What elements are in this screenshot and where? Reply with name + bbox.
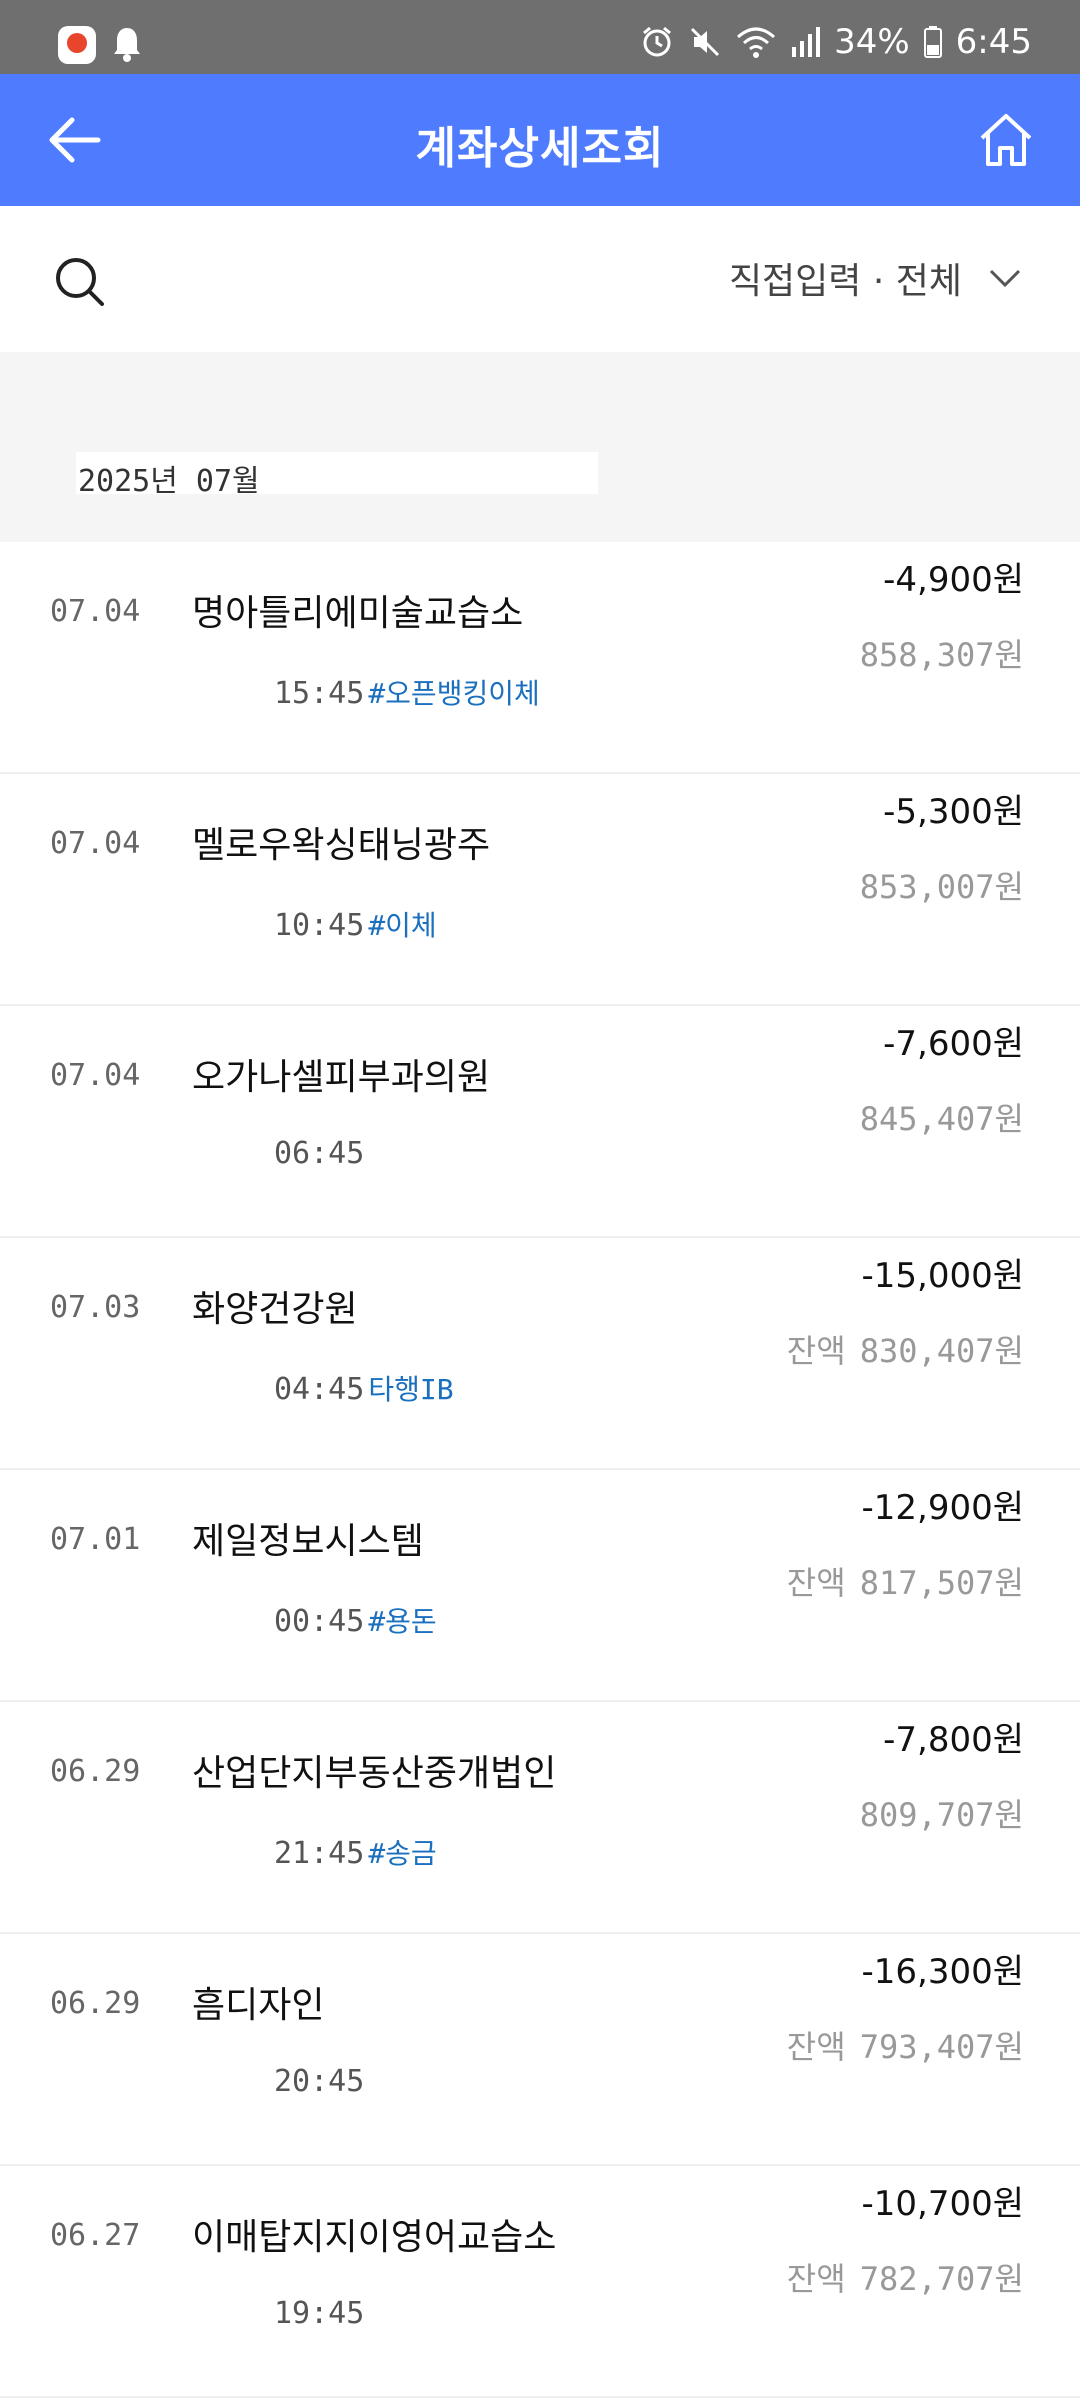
transaction-date: 07.01 xyxy=(50,1522,141,1557)
transaction-merchant: 산업단지부동산중개법인 xyxy=(192,1753,557,1794)
month-label: 2025년 07월 xyxy=(78,464,260,499)
transaction-row[interactable]: 07.04 명아틀리에미술교습소 15:45 #오픈뱅킹이체 -4,900원 85… xyxy=(0,542,1080,774)
transaction-date: 06.29 xyxy=(50,1986,141,2021)
status-bar: 34% 6:45 xyxy=(0,0,1080,74)
battery-percentage: 34% xyxy=(834,22,910,62)
battery-icon xyxy=(923,26,942,58)
transaction-merchant: 이매탑지지이영어교습소 xyxy=(192,2217,557,2258)
month-header: 2025년 07월 xyxy=(76,452,598,499)
transaction-amount: -10,700원 xyxy=(861,2184,1024,2224)
transaction-amount: -15,000원 xyxy=(861,1256,1024,1296)
transaction-balance: 793,407원 xyxy=(859,2028,1024,2066)
month-section: 2025년 07월 xyxy=(0,352,1080,542)
transaction-merchant: 멜로우왁싱태닝광주 xyxy=(192,825,491,866)
transaction-merchant: 제일정보시스템 xyxy=(192,1521,424,1562)
transaction-tag[interactable]: #용돈 xyxy=(368,1605,436,1638)
mute-icon xyxy=(691,27,720,57)
transaction-date: 07.04 xyxy=(50,1058,141,1093)
app-bar: 계좌상세조회 xyxy=(0,74,1080,206)
transaction-tag[interactable]: #오픈뱅킹이체 xyxy=(368,677,539,710)
transaction-balance: 809,707원 xyxy=(859,1796,1024,1834)
balance-label: 잔액 xyxy=(786,1564,846,1602)
transaction-merchant: 화양건강원 xyxy=(192,1289,358,1330)
transaction-time: 20:45 xyxy=(274,2064,365,2099)
alarm-icon xyxy=(643,26,672,57)
filter-label: 직접입력 · 전체 xyxy=(728,261,962,302)
transaction-balance: 845,407원 xyxy=(859,1100,1024,1138)
chevron-down-icon xyxy=(989,269,1021,288)
transaction-amount: -16,300원 xyxy=(861,1952,1024,1992)
transaction-time: 21:45 xyxy=(274,1836,365,1871)
transaction-merchant: 흠디자인 xyxy=(192,1985,325,2026)
filter-dropdown[interactable]: 직접입력 · 전체 xyxy=(729,252,1022,304)
balance-label: 잔액 xyxy=(786,2260,846,2298)
transaction-amount: -5,300원 xyxy=(883,792,1024,832)
bell-icon xyxy=(114,28,140,62)
transaction-amount: -4,900원 xyxy=(883,560,1024,600)
home-icon[interactable] xyxy=(976,110,1036,170)
balance-label: 잔액 xyxy=(786,1332,846,1370)
app-notification-icon xyxy=(58,26,96,64)
transaction-row[interactable]: 07.04 멜로우왁싱태닝광주 10:45 #이체 -5,300원 853,007… xyxy=(0,774,1080,1006)
transaction-date: 06.29 xyxy=(50,1754,141,1789)
transaction-date: 07.04 xyxy=(50,826,141,861)
transaction-time: 00:45 xyxy=(274,1604,365,1639)
transaction-list: 07.04 명아틀리에미술교습소 15:45 #오픈뱅킹이체 -4,900원 85… xyxy=(0,542,1080,2398)
transaction-row[interactable]: 06.29 흠디자인 20:45 -16,300원 잔액 793,407원 xyxy=(0,1934,1080,2166)
transaction-date: 07.03 xyxy=(50,1290,141,1325)
clock: 6:45 xyxy=(955,22,1032,62)
transaction-amount: -12,900원 xyxy=(861,1488,1024,1528)
transaction-date: 07.04 xyxy=(50,594,141,629)
transaction-amount: -7,800원 xyxy=(883,1720,1024,1760)
search-icon[interactable] xyxy=(52,254,108,310)
page-title: 계좌상세조회 xyxy=(415,123,665,174)
transaction-balance: 782,707원 xyxy=(859,2260,1024,2298)
transaction-balance: 830,407원 xyxy=(859,1332,1024,1370)
transaction-time: 10:45 xyxy=(274,908,365,943)
transaction-time: 06:45 xyxy=(274,1136,365,1171)
balance-label: 잔액 xyxy=(786,2028,846,2066)
transaction-time: 15:45 xyxy=(274,676,365,711)
transaction-row[interactable]: 07.04 오가나셀피부과의원 06:45 -7,600원 845,407원 xyxy=(0,1006,1080,1238)
transaction-balance: 853,007원 xyxy=(859,868,1024,906)
signal-icon xyxy=(792,27,821,57)
transaction-row[interactable]: 07.03 화양건강원 04:45 타행IB -15,000원 잔액 830,407… xyxy=(0,1238,1080,1470)
wifi-icon xyxy=(737,27,776,58)
transaction-time: 19:45 xyxy=(274,2296,365,2331)
transaction-balance: 858,307원 xyxy=(859,636,1024,674)
transaction-balance: 817,507원 xyxy=(859,1564,1024,1602)
transaction-time: 04:45 xyxy=(274,1372,365,1407)
transaction-row[interactable]: 07.01 제일정보시스템 00:45 #용돈 -12,900원 잔액 817,50… xyxy=(0,1470,1080,1702)
transaction-amount: -7,600원 xyxy=(883,1024,1024,1064)
transaction-tag[interactable]: #이체 xyxy=(368,909,436,942)
transaction-merchant: 오가나셀피부과의원 xyxy=(192,1057,491,1098)
transaction-row[interactable]: 06.29 산업단지부동산중개법인 21:45 #송금 -7,800원 809,7… xyxy=(0,1702,1080,1934)
transaction-row[interactable]: 06.27 이매탑지지이영어교습소 19:45 -10,700원 잔액 782,7… xyxy=(0,2166,1080,2398)
transaction-tag[interactable]: 타행IB xyxy=(368,1373,453,1406)
transaction-merchant: 명아틀리에미술교습소 xyxy=(192,593,524,634)
search-filter-bar: 직접입력 · 전체 xyxy=(0,206,1080,352)
transaction-tag[interactable]: #송금 xyxy=(368,1837,436,1870)
transaction-date: 06.27 xyxy=(50,2218,141,2253)
